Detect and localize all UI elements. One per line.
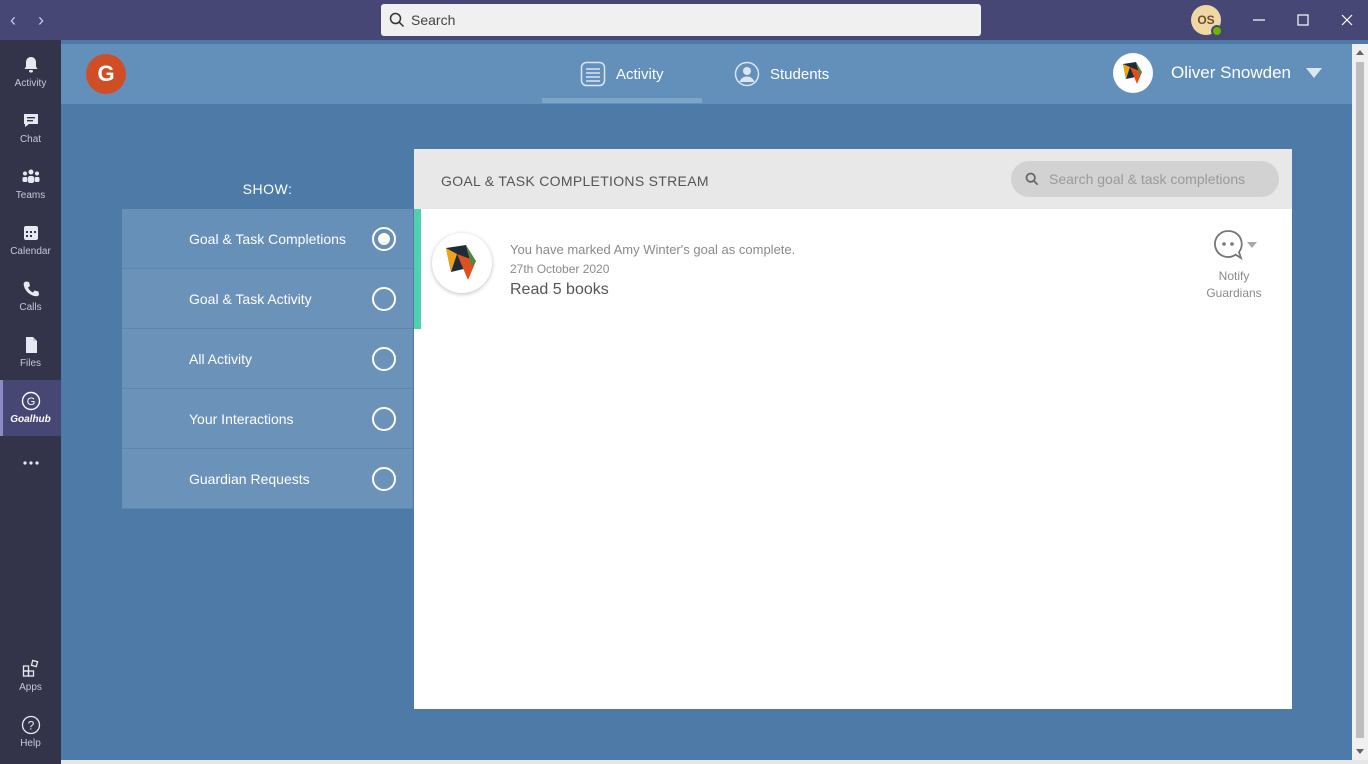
entry-goal-title: Read 5 books	[510, 281, 609, 298]
entry-avatar	[432, 233, 492, 293]
goalhub-logo[interactable]: G	[86, 54, 126, 94]
rail-item-teams[interactable]: Teams	[0, 156, 61, 212]
filter-goal-task-completions[interactable]: Goal & Task Completions	[122, 209, 413, 269]
rail-label: Files	[19, 358, 42, 369]
horizontal-scrollbar	[61, 760, 1368, 764]
user-name[interactable]: Oliver Snowden	[1171, 63, 1291, 83]
goalhub-brand-mark-icon	[1123, 62, 1142, 84]
stream-title: GOAL & TASK COMPLETIONS STREAM	[441, 173, 709, 189]
filter-all-activity[interactable]: All Activity	[122, 329, 413, 389]
rail-label: Goalhub	[10, 414, 51, 425]
goalhub-brand-mark-icon	[446, 245, 476, 280]
stream-entry: You have marked Amy Winter's goal as com…	[414, 209, 1292, 329]
title-bar: ‹ › OS	[0, 0, 1368, 40]
filter-label: All Activity	[189, 350, 253, 367]
rail-item-apps[interactable]: Apps	[0, 648, 61, 704]
rail-item-calls[interactable]: Calls	[0, 268, 61, 324]
list-icon	[580, 61, 606, 87]
rail-item-goalhub[interactable]: G Goalhub	[0, 380, 61, 436]
tab-students[interactable]: Students	[734, 44, 829, 104]
apps-icon	[22, 659, 38, 677]
svg-text:?: ?	[27, 719, 34, 733]
entry-accent-bar	[414, 209, 421, 329]
entry-description: You have marked Amy Winter's goal as com…	[510, 242, 796, 257]
stream-search[interactable]	[1011, 161, 1279, 197]
more-horizontal-icon	[22, 460, 39, 465]
filter-goal-task-activity[interactable]: Goal & Task Activity	[122, 269, 413, 329]
entry-date: 27th October 2020	[510, 262, 610, 276]
search-icon	[389, 12, 405, 28]
presence-available-icon	[1211, 25, 1223, 37]
calendar-icon	[23, 226, 38, 240]
global-search-input[interactable]	[411, 12, 971, 28]
notify-label: Notify	[1218, 269, 1250, 283]
svg-text:G: G	[26, 396, 35, 408]
tab-label: Students	[770, 65, 830, 83]
active-tab-indicator	[542, 98, 702, 103]
forward-arrow-icon[interactable]: ›	[31, 10, 51, 30]
rail-label: Chat	[19, 134, 42, 145]
show-label: SHOW:	[242, 181, 293, 197]
rail-item-activity[interactable]: Activity	[0, 44, 61, 100]
notify-label: Guardians	[1206, 286, 1262, 300]
stream-header: GOAL & TASK COMPLETIONS STREAM	[414, 149, 1292, 209]
logo-letter: G	[97, 61, 115, 86]
rail-label: Teams	[15, 190, 46, 201]
chat-icon	[23, 114, 38, 127]
scroll-up-icon[interactable]	[1356, 50, 1364, 55]
file-icon	[25, 337, 37, 353]
user-icon	[734, 61, 760, 87]
rail-more-button[interactable]	[0, 436, 61, 492]
rail-item-files[interactable]: Files	[0, 324, 61, 380]
minimize-icon[interactable]	[1247, 8, 1271, 32]
filter-label: Goal & Task Completions	[189, 230, 346, 247]
back-arrow-icon[interactable]: ‹	[3, 10, 23, 30]
search-icon	[1025, 172, 1039, 186]
scroll-down-icon[interactable]	[1356, 749, 1364, 754]
global-search[interactable]	[381, 4, 981, 36]
stream-search-input[interactable]	[1049, 171, 1269, 187]
chat-bubble-icon	[1214, 230, 1257, 261]
bell-icon	[24, 57, 37, 73]
rail-item-calendar[interactable]: Calendar	[0, 212, 61, 268]
filter-label: Your Interactions	[189, 410, 294, 427]
maximize-icon[interactable]	[1291, 8, 1315, 32]
filter-your-interactions[interactable]: Your Interactions	[122, 389, 413, 449]
teams-icon	[22, 169, 39, 183]
user-initials: OS	[1197, 13, 1215, 27]
filter-guardian-requests[interactable]: Guardian Requests	[122, 449, 413, 509]
rail-label: Help	[20, 738, 41, 749]
completions-stream: GOAL & TASK COMPLETIONS STREAM You have …	[414, 149, 1292, 709]
rail-label: Apps	[19, 682, 42, 693]
scroll-thumb[interactable]	[1356, 62, 1364, 738]
rail-item-chat[interactable]: Chat	[0, 100, 61, 156]
filter-label: Goal & Task Activity	[189, 290, 312, 307]
close-icon[interactable]	[1335, 8, 1359, 32]
radio-unselected-icon[interactable]	[372, 407, 396, 431]
notify-guardians-button[interactable]: Notify Guardians	[1196, 229, 1272, 302]
tab-label: Activity	[616, 65, 664, 83]
goalhub-icon: G	[21, 391, 40, 411]
user-profile-avatar[interactable]	[1113, 53, 1153, 93]
caret-down-icon[interactable]	[1306, 68, 1322, 78]
rail-item-help[interactable]: ? Help	[0, 704, 61, 760]
rail-label: Calls	[19, 302, 42, 313]
filter-label: Guardian Requests	[189, 470, 310, 487]
tab-activity[interactable]: Activity	[580, 44, 664, 104]
radio-selected-icon[interactable]	[372, 227, 396, 251]
rail-label: Activity	[14, 78, 47, 89]
rail-label: Calendar	[10, 246, 51, 257]
app-header: G Activity Students Oliver Snowden	[61, 44, 1352, 104]
help-icon: ?	[21, 715, 40, 735]
vertical-scrollbar[interactable]	[1352, 44, 1368, 760]
radio-unselected-icon[interactable]	[372, 287, 396, 311]
user-avatar-initials[interactable]: OS	[1191, 5, 1223, 37]
app-rail: Activity Chat Teams Calendar Calls Files…	[0, 40, 61, 764]
radio-unselected-icon[interactable]	[372, 347, 396, 371]
phone-icon	[23, 281, 39, 297]
radio-unselected-icon[interactable]	[372, 467, 396, 491]
